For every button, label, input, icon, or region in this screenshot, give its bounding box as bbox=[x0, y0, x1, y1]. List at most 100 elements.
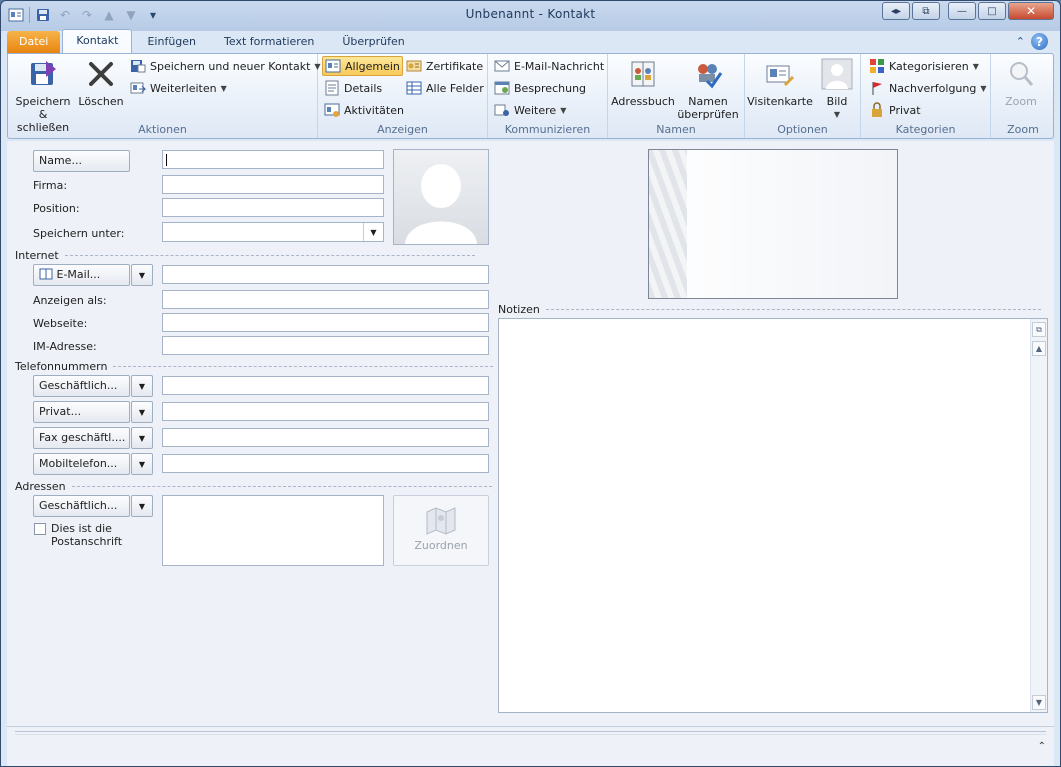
help-icon[interactable]: ? bbox=[1031, 33, 1048, 50]
forward-button[interactable]: Weiterleiten ▼ bbox=[128, 78, 229, 98]
title-bar: ↶ ↷ ▲ ▼ ▾ Unbenannt - Kontakt ◂▸ ⧉ — □ ✕ bbox=[1, 1, 1060, 29]
tab-datei[interactable]: Datei bbox=[7, 31, 61, 53]
expand-icon[interactable]: ⧉ bbox=[1032, 322, 1046, 337]
zertifikate-label: Zertifikate bbox=[426, 59, 484, 73]
maximize-button[interactable]: □ bbox=[978, 2, 1006, 20]
phone-mobile-dropdown[interactable]: ▼ bbox=[131, 453, 153, 475]
firma-field[interactable] bbox=[162, 175, 384, 194]
alle-felder-button[interactable]: Alle Felder bbox=[404, 78, 486, 98]
meeting-label: Besprechung bbox=[514, 81, 587, 95]
contact-form: Name... Firma: Position: Speichern unter… bbox=[7, 141, 1054, 766]
map-button[interactable]: Zuordnen bbox=[393, 495, 489, 566]
speichern-unter-select[interactable]: ▼ bbox=[162, 222, 384, 242]
adressbuch-button[interactable]: Adressbuch bbox=[610, 57, 676, 108]
scroll-down-arrow[interactable]: ▼ bbox=[1032, 695, 1046, 710]
contact-photo[interactable] bbox=[393, 149, 489, 245]
close-button[interactable]: ✕ bbox=[1008, 2, 1054, 20]
section-telefonnummern: Telefonnummern bbox=[15, 360, 494, 373]
phone-private-field[interactable] bbox=[162, 402, 489, 421]
section-telefonnummern-label: Telefonnummern bbox=[15, 360, 108, 373]
check-names-icon bbox=[691, 57, 725, 91]
group-aktionen: Speichern & schließen Löschen Speichern … bbox=[8, 54, 321, 138]
email-message-button[interactable]: E-Mail-Nachricht bbox=[492, 56, 606, 76]
tab-text-formatieren[interactable]: Text formatieren bbox=[211, 31, 327, 53]
email-button-label: E-Mail... bbox=[56, 268, 101, 281]
anzeigen-als-field[interactable] bbox=[162, 290, 489, 309]
expand-people-pane-icon[interactable]: ⌃ bbox=[1038, 741, 1046, 752]
save-new-icon bbox=[130, 58, 146, 74]
meeting-icon bbox=[494, 80, 510, 96]
meeting-button[interactable]: Besprechung bbox=[492, 78, 588, 98]
allgemein-button[interactable]: Allgemein bbox=[322, 56, 403, 76]
minimize-ribbon-icon[interactable]: ⌃ bbox=[1016, 35, 1025, 48]
follow-up-button[interactable]: Nachverfolgung ▼ bbox=[867, 78, 989, 98]
card-stripe bbox=[649, 150, 687, 298]
phone-business-field[interactable] bbox=[162, 376, 489, 395]
save-new-contact-button[interactable]: Speichern und neuer Kontakt ▼ bbox=[128, 56, 323, 76]
more-label: Weitere bbox=[514, 103, 557, 117]
forward-label: Weiterleiten bbox=[150, 81, 217, 95]
phone-business-button[interactable]: Geschäftlich... bbox=[33, 375, 130, 397]
section-adressen: Adressen bbox=[15, 480, 492, 493]
tab-kontakt[interactable]: Kontakt bbox=[62, 29, 133, 53]
aktivitaeten-button[interactable]: Aktivitäten bbox=[322, 100, 406, 120]
restore-ribbon-button[interactable]: ◂▸ bbox=[882, 2, 910, 20]
address-type-button[interactable]: Geschäftlich... bbox=[33, 495, 130, 517]
phone-mobile-field[interactable] bbox=[162, 454, 489, 473]
categorize-button[interactable]: Kategorisieren ▼ bbox=[867, 56, 981, 76]
check-names-button[interactable]: Namen überprüfen bbox=[676, 57, 740, 121]
group-anzeigen: Allgemein Details Aktivitäten Zertifikat… bbox=[318, 54, 488, 138]
popout-button[interactable]: ⧉ bbox=[912, 2, 940, 20]
webseite-label: Webseite: bbox=[33, 317, 88, 330]
phone-fax-field[interactable] bbox=[162, 428, 489, 447]
section-adressen-label: Adressen bbox=[15, 480, 66, 493]
scroll-up-arrow[interactable]: ▲ bbox=[1032, 341, 1046, 356]
notes-scrollbar[interactable]: ⧉ ▲ ▼ bbox=[1030, 319, 1047, 712]
private-button[interactable]: Privat bbox=[867, 100, 923, 120]
name-button[interactable]: Name... bbox=[33, 150, 130, 172]
address-book-icon bbox=[626, 57, 660, 91]
business-card-button[interactable]: Visitenkarte bbox=[747, 57, 813, 108]
zoom-button[interactable]: Zoom bbox=[995, 57, 1047, 108]
business-card-label: Visitenkarte bbox=[747, 95, 813, 108]
divider bbox=[64, 255, 475, 256]
business-card-preview[interactable] bbox=[648, 149, 898, 299]
phone-private-dropdown[interactable]: ▼ bbox=[131, 401, 153, 423]
chevron-down-icon: ▼ bbox=[560, 105, 567, 115]
phone-fax-button[interactable]: Fax geschäftl.... bbox=[33, 427, 130, 449]
person-silhouette-icon bbox=[405, 164, 477, 244]
more-button[interactable]: Weitere ▼ bbox=[492, 100, 568, 120]
position-field[interactable] bbox=[162, 198, 384, 217]
notes-field[interactable]: ⧉ ▲ ▼ bbox=[498, 318, 1048, 713]
name-field[interactable] bbox=[162, 150, 384, 169]
email-field[interactable] bbox=[162, 265, 489, 284]
chevron-down-icon[interactable]: ▼ bbox=[363, 223, 383, 241]
picture-icon bbox=[820, 57, 854, 91]
address-field[interactable] bbox=[162, 495, 384, 566]
webseite-field[interactable] bbox=[162, 313, 489, 332]
tab-ueberpruefen[interactable]: Überprüfen bbox=[329, 31, 417, 53]
phone-fax-dropdown[interactable]: ▼ bbox=[131, 427, 153, 449]
zertifikate-button[interactable]: Zertifikate bbox=[404, 56, 485, 76]
email-button[interactable]: E-Mail... bbox=[33, 264, 130, 286]
im-adresse-field[interactable] bbox=[162, 336, 489, 355]
postal-address-checkbox[interactable] bbox=[34, 523, 46, 535]
address-type-dropdown[interactable]: ▼ bbox=[131, 495, 153, 517]
group-label-kommunizieren: Kommunizieren bbox=[504, 123, 591, 136]
delete-button[interactable]: Löschen bbox=[78, 57, 124, 108]
email-message-label: E-Mail-Nachricht bbox=[514, 59, 605, 73]
details-icon bbox=[324, 80, 340, 96]
phone-private-button[interactable]: Privat... bbox=[33, 401, 130, 423]
phone-business-dropdown[interactable]: ▼ bbox=[131, 375, 153, 397]
more-icon bbox=[494, 102, 510, 118]
group-zoom: Zoom Zoom bbox=[991, 54, 1055, 138]
phone-mobile-button[interactable]: Mobiltelefon... bbox=[33, 453, 130, 475]
tab-einfuegen[interactable]: Einfügen bbox=[134, 31, 209, 53]
minimize-button[interactable]: — bbox=[948, 2, 976, 20]
picture-button[interactable]: Bild ▼ bbox=[817, 57, 857, 121]
group-kommunizieren: E-Mail-Nachricht Besprechung Weitere ▼ K… bbox=[488, 54, 608, 138]
outlook-contact-window: ↶ ↷ ▲ ▼ ▾ Unbenannt - Kontakt ◂▸ ⧉ — □ ✕… bbox=[0, 0, 1061, 767]
email-type-dropdown[interactable]: ▼ bbox=[131, 264, 153, 286]
details-button[interactable]: Details bbox=[322, 78, 384, 98]
lock-icon bbox=[869, 102, 885, 118]
